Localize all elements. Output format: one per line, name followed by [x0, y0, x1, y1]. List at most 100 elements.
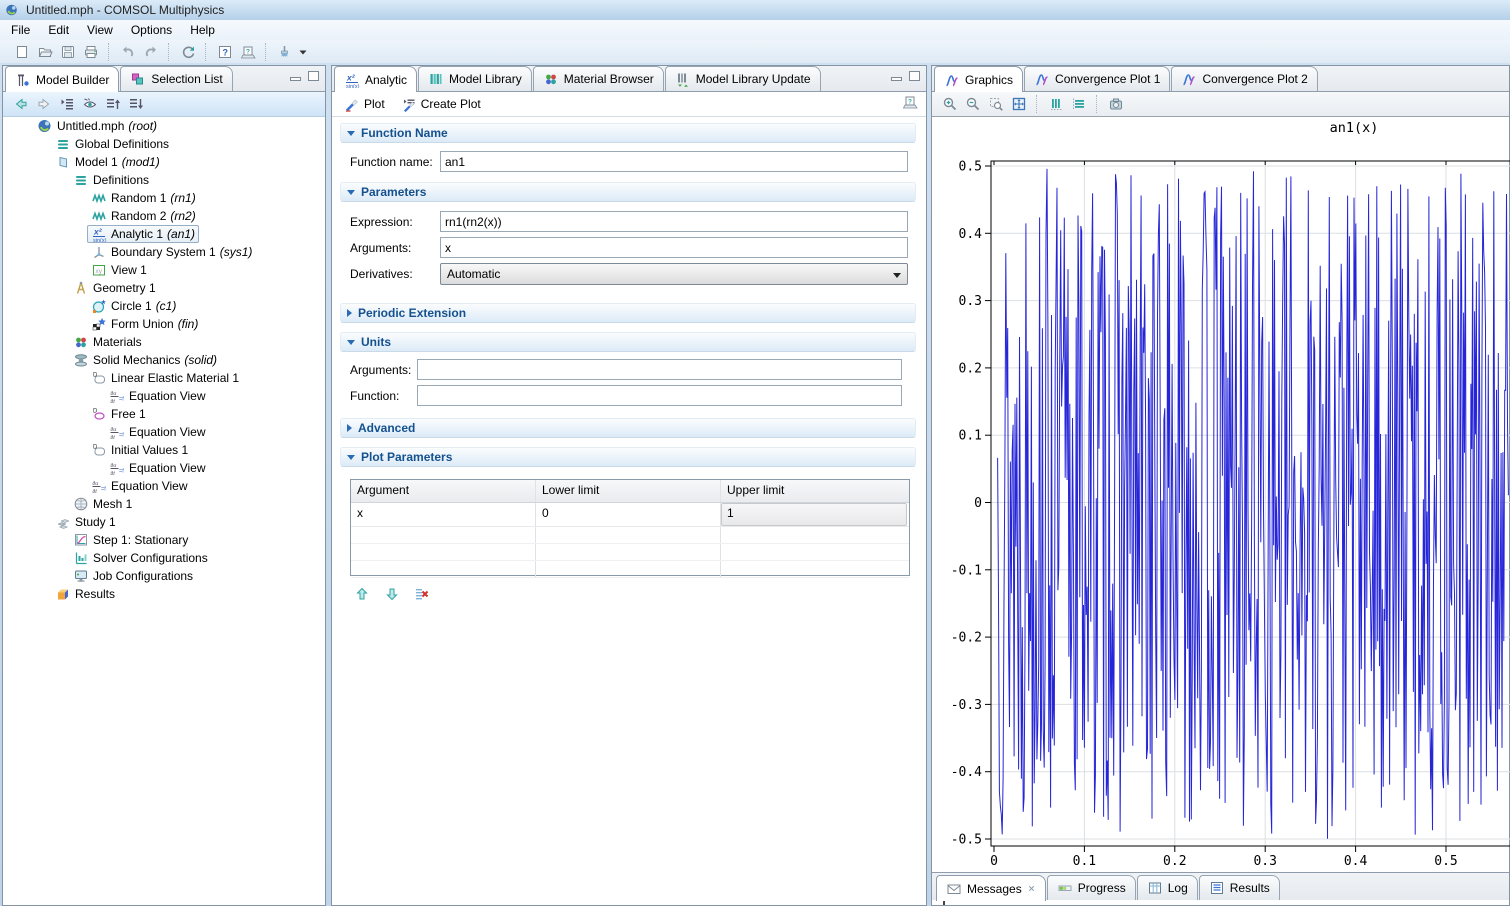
table-empty-row[interactable]: [351, 527, 909, 544]
tree-item-equation-view[interactable]: ∂u∂t=fEquation View: [3, 477, 325, 495]
table-delete-button[interactable]: [410, 583, 433, 604]
section-plot-parameters[interactable]: Plot Parameters: [340, 447, 916, 467]
section-units[interactable]: Units: [340, 332, 916, 352]
table-cell[interactable]: [351, 544, 536, 560]
nav-back-button[interactable]: [9, 94, 32, 115]
tree-item-solver-configurations[interactable]: Solver Configurations: [3, 549, 325, 567]
tree-item-model-1-mod1[interactable]: Model 1(mod1): [3, 153, 325, 171]
tab-model-builder[interactable]: Model Builder: [5, 66, 119, 92]
x-axis-data-button[interactable]: [1067, 94, 1090, 115]
tree-item-free-1[interactable]: DFree 1: [3, 405, 325, 423]
tree-item-study-1[interactable]: Study 1: [3, 513, 325, 531]
menu-help[interactable]: Help: [181, 21, 224, 39]
new-button[interactable]: [10, 41, 33, 62]
minimize-panel-icon[interactable]: [290, 77, 301, 81]
maximize-panel-icon[interactable]: [909, 71, 920, 81]
tab-material-browser[interactable]: Material Browser: [533, 66, 664, 91]
zoom-extents-button[interactable]: [1007, 94, 1030, 115]
table-cell[interactable]: 1: [721, 503, 907, 526]
table-cell[interactable]: x: [351, 503, 536, 526]
arguments-input[interactable]: [440, 237, 908, 258]
y-axis-data-button[interactable]: [1044, 94, 1067, 115]
table-move-up-button[interactable]: [350, 583, 373, 604]
tree-item-untitled-mph-root[interactable]: Untitled.mph(root): [3, 117, 325, 135]
function-name-input[interactable]: [440, 151, 908, 172]
default-desktop-button[interactable]: [273, 41, 296, 62]
table-move-down-button[interactable]: [380, 583, 403, 604]
table-cell[interactable]: [721, 544, 907, 560]
section-advanced[interactable]: Advanced: [340, 418, 916, 438]
zoom-out-button[interactable]: [961, 94, 984, 115]
tab-convergence-plot-2[interactable]: Convergence Plot 2: [1171, 66, 1317, 91]
tab-graphics[interactable]: Graphics: [934, 66, 1023, 92]
tree-item-analytic-1-an1[interactable]: x²sin(x)Analytic 1(an1): [3, 225, 325, 243]
maximize-panel-icon[interactable]: [308, 71, 319, 81]
tree-item-step-1-stationary[interactable]: Step 1: Stationary: [3, 531, 325, 549]
table-cell[interactable]: [536, 544, 721, 560]
tree-item-view-1[interactable]: xyView 1: [3, 261, 325, 279]
section-function-name[interactable]: Function Name: [340, 123, 916, 143]
column-header-lower-limit[interactable]: Lower limit: [536, 480, 721, 502]
documentation-button[interactable]: ?: [236, 41, 259, 62]
zoom-in-button[interactable]: [938, 94, 961, 115]
snapshot-button[interactable]: [1104, 94, 1127, 115]
menu-edit[interactable]: Edit: [39, 21, 78, 39]
tree-item-equation-view[interactable]: ∂u∂t=fEquation View: [3, 387, 325, 405]
help-documentation-icon[interactable]: ?: [902, 94, 918, 110]
table-cell[interactable]: [536, 527, 721, 543]
tab-selection-list[interactable]: Selection List: [120, 66, 232, 91]
tree-item-equation-view[interactable]: ∂u∂t=fEquation View: [3, 423, 325, 441]
plot-canvas[interactable]: 00.10.20.30.40.50.50.40.30.20.10-0.1-0.2…: [932, 117, 1509, 835]
tree-item-materials[interactable]: Materials: [3, 333, 325, 351]
table-empty-row[interactable]: [351, 544, 909, 561]
menu-file[interactable]: File: [2, 21, 39, 39]
tree-item-global-definitions[interactable]: Global Definitions: [3, 135, 325, 153]
units-arguments-input[interactable]: [417, 359, 902, 380]
open-button[interactable]: [33, 41, 56, 62]
nav-forward-button[interactable]: [32, 94, 55, 115]
table-cell[interactable]: [721, 561, 907, 577]
tree-item-mesh-1[interactable]: Mesh 1: [3, 495, 325, 513]
redo-button[interactable]: [139, 41, 162, 62]
tree-item-geometry-1[interactable]: Geometry 1: [3, 279, 325, 297]
table-cell[interactable]: [351, 561, 536, 577]
column-header-upper-limit[interactable]: Upper limit: [721, 480, 907, 502]
tree-item-job-configurations[interactable]: Job Configurations: [3, 567, 325, 585]
tree-item-results[interactable]: Results: [3, 585, 325, 603]
menu-options[interactable]: Options: [122, 21, 181, 39]
tab-convergence-plot-1[interactable]: Convergence Plot 1: [1024, 66, 1170, 91]
table-cell[interactable]: [721, 527, 907, 543]
tree-item-random-1-rn1[interactable]: Random 1(rn1): [3, 189, 325, 207]
tree-item-equation-view[interactable]: ∂u∂t=fEquation View: [3, 459, 325, 477]
tree-item-definitions[interactable]: Definitions: [3, 171, 325, 189]
table-cell[interactable]: [536, 561, 721, 577]
table-cell[interactable]: 0: [536, 503, 721, 526]
move-down-order-button[interactable]: [124, 94, 147, 115]
collapse-all-button[interactable]: [55, 94, 78, 115]
help-button[interactable]: ?: [213, 41, 236, 62]
column-header-argument[interactable]: Argument: [351, 480, 536, 502]
section-periodic-extension[interactable]: Periodic Extension: [340, 303, 916, 323]
create-plot-button[interactable]: Create Plot: [395, 94, 487, 114]
tree-item-solid-mechanics-solid[interactable]: Solid Mechanics(solid): [3, 351, 325, 369]
tree-item-random-2-rn2[interactable]: Random 2(rn2): [3, 207, 325, 225]
move-up-order-button[interactable]: [101, 94, 124, 115]
show-options-button[interactable]: [78, 94, 101, 115]
save-button[interactable]: [56, 41, 79, 62]
function-plot[interactable]: 00.10.20.30.40.50.50.40.30.20.10-0.1-0.2…: [932, 117, 1510, 874]
tab-messages[interactable]: Messages: [936, 875, 1046, 901]
tab-model-library-update[interactable]: Model Library Update: [665, 66, 821, 91]
undo-button[interactable]: [116, 41, 139, 62]
close-icon[interactable]: [1027, 884, 1036, 893]
zoom-box-button[interactable]: [984, 94, 1007, 115]
section-parameters[interactable]: Parameters: [340, 182, 916, 202]
update-button[interactable]: [176, 41, 199, 62]
tree-item-boundary-system-1-sys1[interactable]: Boundary System 1(sys1): [3, 243, 325, 261]
table-row[interactable]: x01: [351, 503, 909, 527]
tab-progress[interactable]: Progress: [1047, 875, 1136, 900]
units-function-input[interactable]: [417, 385, 902, 406]
tab-model-library[interactable]: Model Library: [418, 66, 532, 91]
tree-item-circle-1-c1[interactable]: Circle 1(c1): [3, 297, 325, 315]
tab-analytic[interactable]: x²sin(x)Analytic: [334, 66, 417, 92]
tab-log[interactable]: Log: [1137, 875, 1198, 900]
